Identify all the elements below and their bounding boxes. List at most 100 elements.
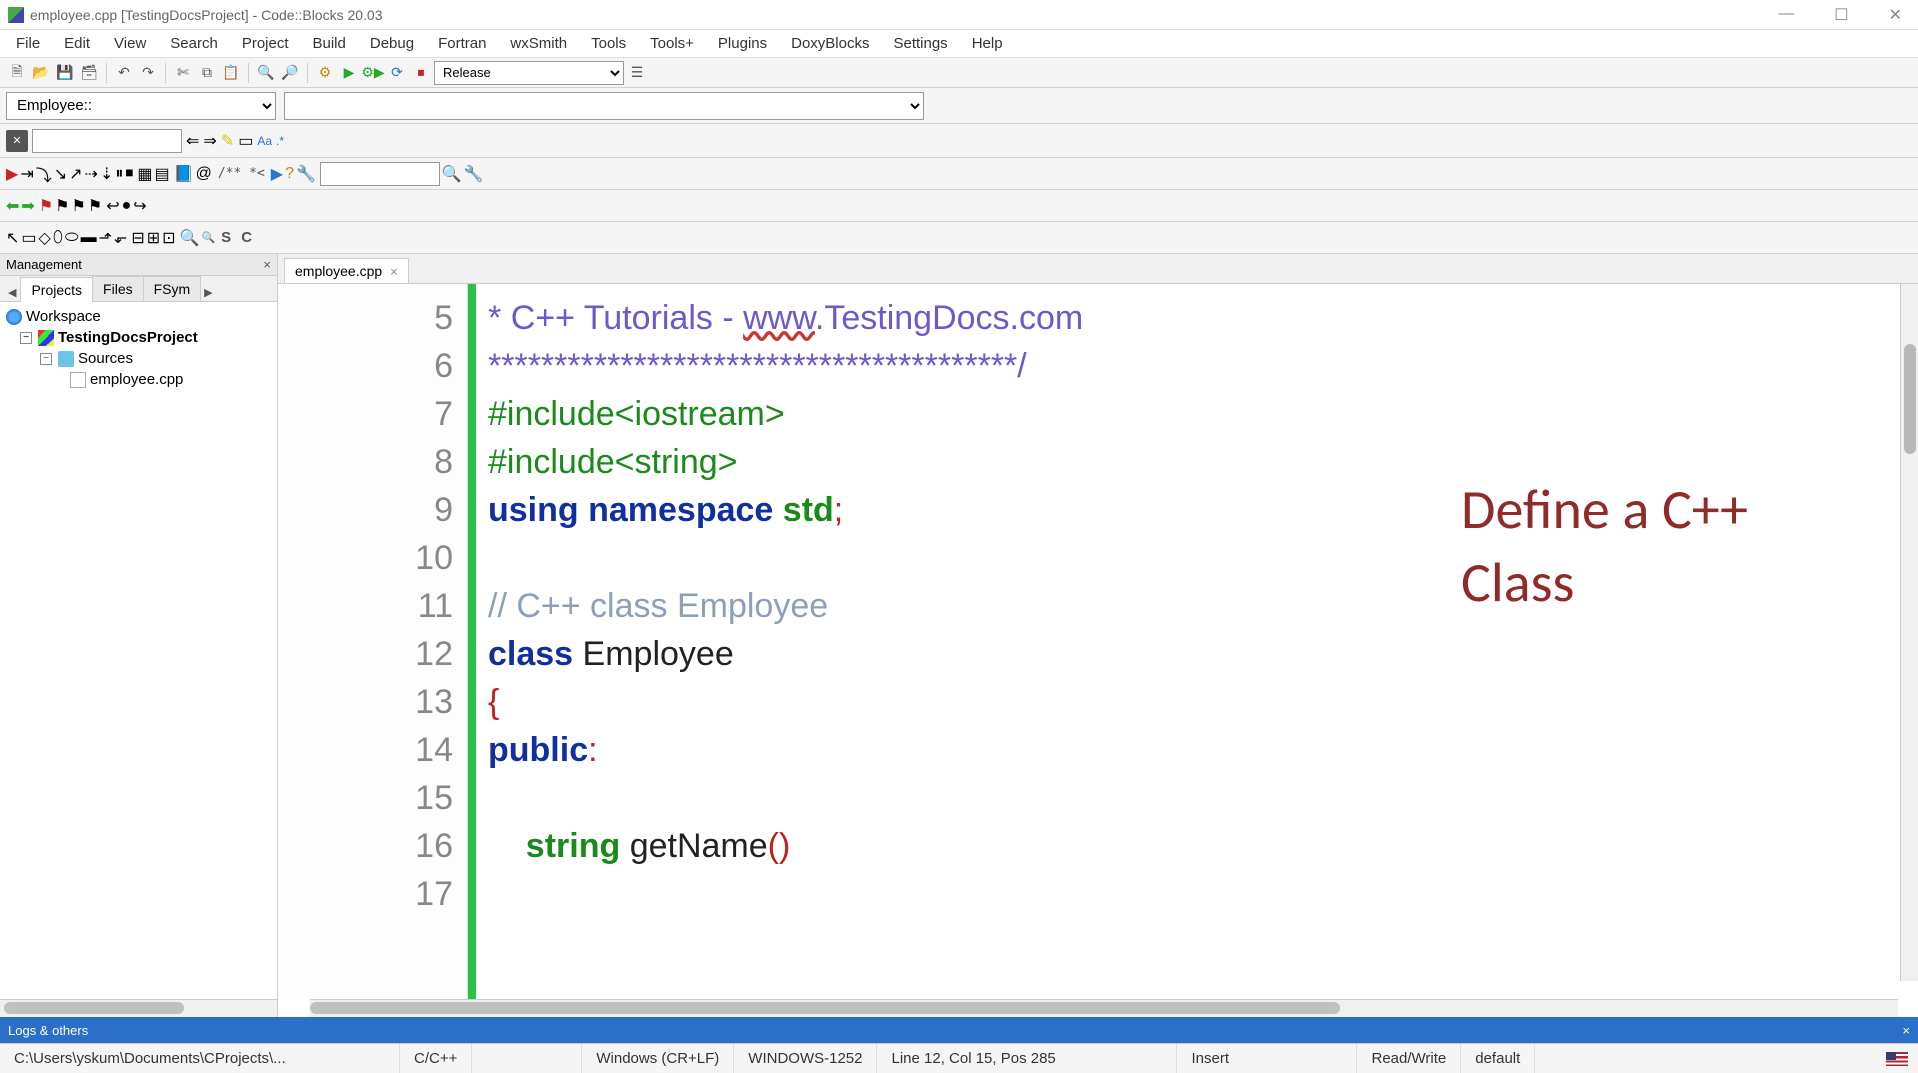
logs-panel[interactable]: Logs & others × (0, 1017, 1918, 1043)
goto-input[interactable] (320, 162, 440, 186)
maximize-button[interactable]: ☐ (1826, 5, 1856, 25)
redo-icon[interactable]: ↷ (137, 62, 159, 84)
info-icon[interactable]: ▤ (155, 164, 170, 184)
save-icon[interactable]: 💾 (54, 62, 76, 84)
menu-plugins[interactable]: Plugins (708, 33, 777, 54)
save-all-icon[interactable]: 🗃 (78, 62, 100, 84)
doxy-config-icon[interactable]: 🔧 (296, 164, 316, 184)
editor-hscrollbar[interactable] (310, 999, 1898, 1017)
debug-windows-icon[interactable]: ▦ (137, 164, 152, 184)
tabs-scroll-right-icon[interactable]: ▶ (200, 284, 216, 301)
search-next-icon[interactable]: ⇒ (203, 131, 216, 151)
menu-debug[interactable]: Debug (360, 33, 424, 54)
scope-select[interactable]: Employee:: (6, 92, 276, 120)
menu-settings[interactable]: Settings (883, 33, 957, 54)
highlight-icon[interactable]: ✎ (221, 131, 234, 151)
nav-record-icon[interactable]: ● (122, 197, 132, 215)
copy-icon[interactable]: ⧉ (196, 62, 218, 84)
find-icon[interactable]: 🔍 (255, 62, 277, 84)
doxy-run-icon[interactable]: ▶ (271, 164, 283, 184)
open-file-icon[interactable]: 📂 (30, 62, 52, 84)
doxy-at-icon[interactable]: @ (196, 165, 212, 183)
code-editor[interactable]: 567891011121314151617 * C++ Tutorials - … (278, 284, 1918, 999)
tree-workspace[interactable]: Workspace (2, 306, 275, 327)
menu-project[interactable]: Project (232, 33, 299, 54)
management-hscrollbar[interactable] (0, 999, 277, 1017)
tabs-scroll-left-icon[interactable]: ◀ (4, 284, 20, 301)
cut-icon[interactable]: ✄ (172, 62, 194, 84)
goto-find-icon[interactable]: 🔍 (442, 164, 462, 184)
undo-icon[interactable]: ↶ (113, 62, 135, 84)
method-select[interactable] (284, 92, 924, 120)
build-run-icon[interactable]: ⚙▶ (362, 62, 384, 84)
zoom-reset-icon[interactable]: 🔍 (180, 228, 200, 248)
tree-toggle-icon[interactable]: − (40, 353, 52, 365)
new-file-icon[interactable]: 🗎 (6, 62, 28, 84)
selected-only-icon[interactable]: ▭ (238, 131, 253, 151)
editor-vscrollbar[interactable] (1900, 284, 1918, 981)
c-label[interactable]: C (237, 229, 256, 246)
step-instr-icon[interactable]: ⇣ (100, 164, 113, 184)
replace-icon[interactable]: 🔎 (279, 62, 301, 84)
abort-icon[interactable]: ⏹ (410, 62, 432, 84)
nav-back-icon[interactable]: ↩ (106, 196, 119, 216)
goto-options-icon[interactable]: 🔧 (464, 164, 484, 184)
block-icon[interactable]: ▬ (81, 229, 97, 247)
minimize-button[interactable]: — (1770, 5, 1802, 25)
return-icon[interactable]: ⬏ (99, 228, 112, 248)
zoom-out-icon[interactable]: 🔍 (201, 231, 215, 244)
jump-fwd-icon[interactable]: ➡ (21, 196, 34, 216)
break-block-icon[interactable]: ⬐ (114, 228, 127, 248)
select-icon[interactable]: ↖ (6, 228, 19, 248)
bookmark-next-icon[interactable]: ⚑ (72, 196, 86, 216)
editor-tab-employee[interactable]: employee.cpp × (284, 258, 409, 283)
regex-icon[interactable]: .* (276, 134, 284, 148)
menu-edit[interactable]: Edit (54, 33, 100, 54)
close-button[interactable]: ✕ (1881, 5, 1910, 25)
decision-icon[interactable]: ◇ (39, 228, 51, 248)
code-content[interactable]: * C++ Tutorials - www.TestingDocs.com***… (476, 284, 1918, 999)
menu-wxsmith[interactable]: wxSmith (500, 33, 577, 54)
menu-help[interactable]: Help (962, 33, 1013, 54)
next-instr-icon[interactable]: ⇢ (85, 164, 98, 184)
tab-close-icon[interactable]: × (390, 264, 398, 279)
tree-sources[interactable]: − Sources (2, 348, 275, 369)
build-icon[interactable]: ⚙ (314, 62, 336, 84)
menu-file[interactable]: File (6, 33, 50, 54)
clear-search-icon[interactable]: ✕ (6, 130, 28, 152)
tree-project[interactable]: − TestingDocsProject (2, 327, 275, 348)
step-out-icon[interactable]: ↗ (69, 164, 82, 184)
bookmark-clear-icon[interactable]: ⚑ (88, 196, 102, 216)
run-to-cursor-icon[interactable]: ⇥ (20, 164, 33, 184)
tab-projects[interactable]: Projects (20, 277, 93, 302)
uncomment-icon[interactable]: ⊞ (147, 228, 160, 248)
doxyblocks-icon[interactable]: 📘 (174, 164, 194, 184)
menu-build[interactable]: Build (303, 33, 356, 54)
bookmark-prev-icon[interactable]: ⚑ (55, 196, 69, 216)
menu-search[interactable]: Search (160, 33, 228, 54)
break-icon[interactable]: ⏸ (115, 165, 123, 183)
next-line-icon[interactable]: ⤵ (36, 162, 52, 186)
instruction-icon[interactable]: ▭ (21, 228, 36, 248)
language-flag-icon[interactable] (1886, 1052, 1908, 1066)
nav-fwd-icon[interactable]: ↪ (133, 196, 146, 216)
tree-file[interactable]: employee.cpp (2, 369, 275, 390)
menu-tools[interactable]: Tools (581, 33, 636, 54)
debug-run-icon[interactable]: ▶ (6, 164, 18, 184)
counting-icon[interactable]: ⬭ (65, 229, 79, 247)
tree-toggle-icon[interactable]: − (20, 332, 32, 344)
doxy-help-icon[interactable]: ? (285, 165, 294, 183)
run-icon[interactable]: ▶ (338, 62, 360, 84)
s-label[interactable]: S (217, 229, 235, 246)
management-close-icon[interactable]: × (263, 257, 271, 272)
match-case-icon[interactable]: Aa (257, 134, 272, 148)
logs-close-icon[interactable]: × (1902, 1023, 1910, 1038)
step-into-icon[interactable]: ↘ (54, 164, 67, 184)
rebuild-icon[interactable]: ⟳ (386, 62, 408, 84)
menu-doxyblocks[interactable]: DoxyBlocks (781, 33, 879, 54)
jump-back-icon[interactable]: ⬅ (6, 196, 19, 216)
tab-fsym[interactable]: FSym (143, 276, 202, 301)
loop-icon[interactable]: ⬯ (53, 229, 63, 247)
bookmark-toggle-icon[interactable]: ⚑ (39, 196, 53, 216)
menu-toolsplus[interactable]: Tools+ (640, 33, 704, 54)
